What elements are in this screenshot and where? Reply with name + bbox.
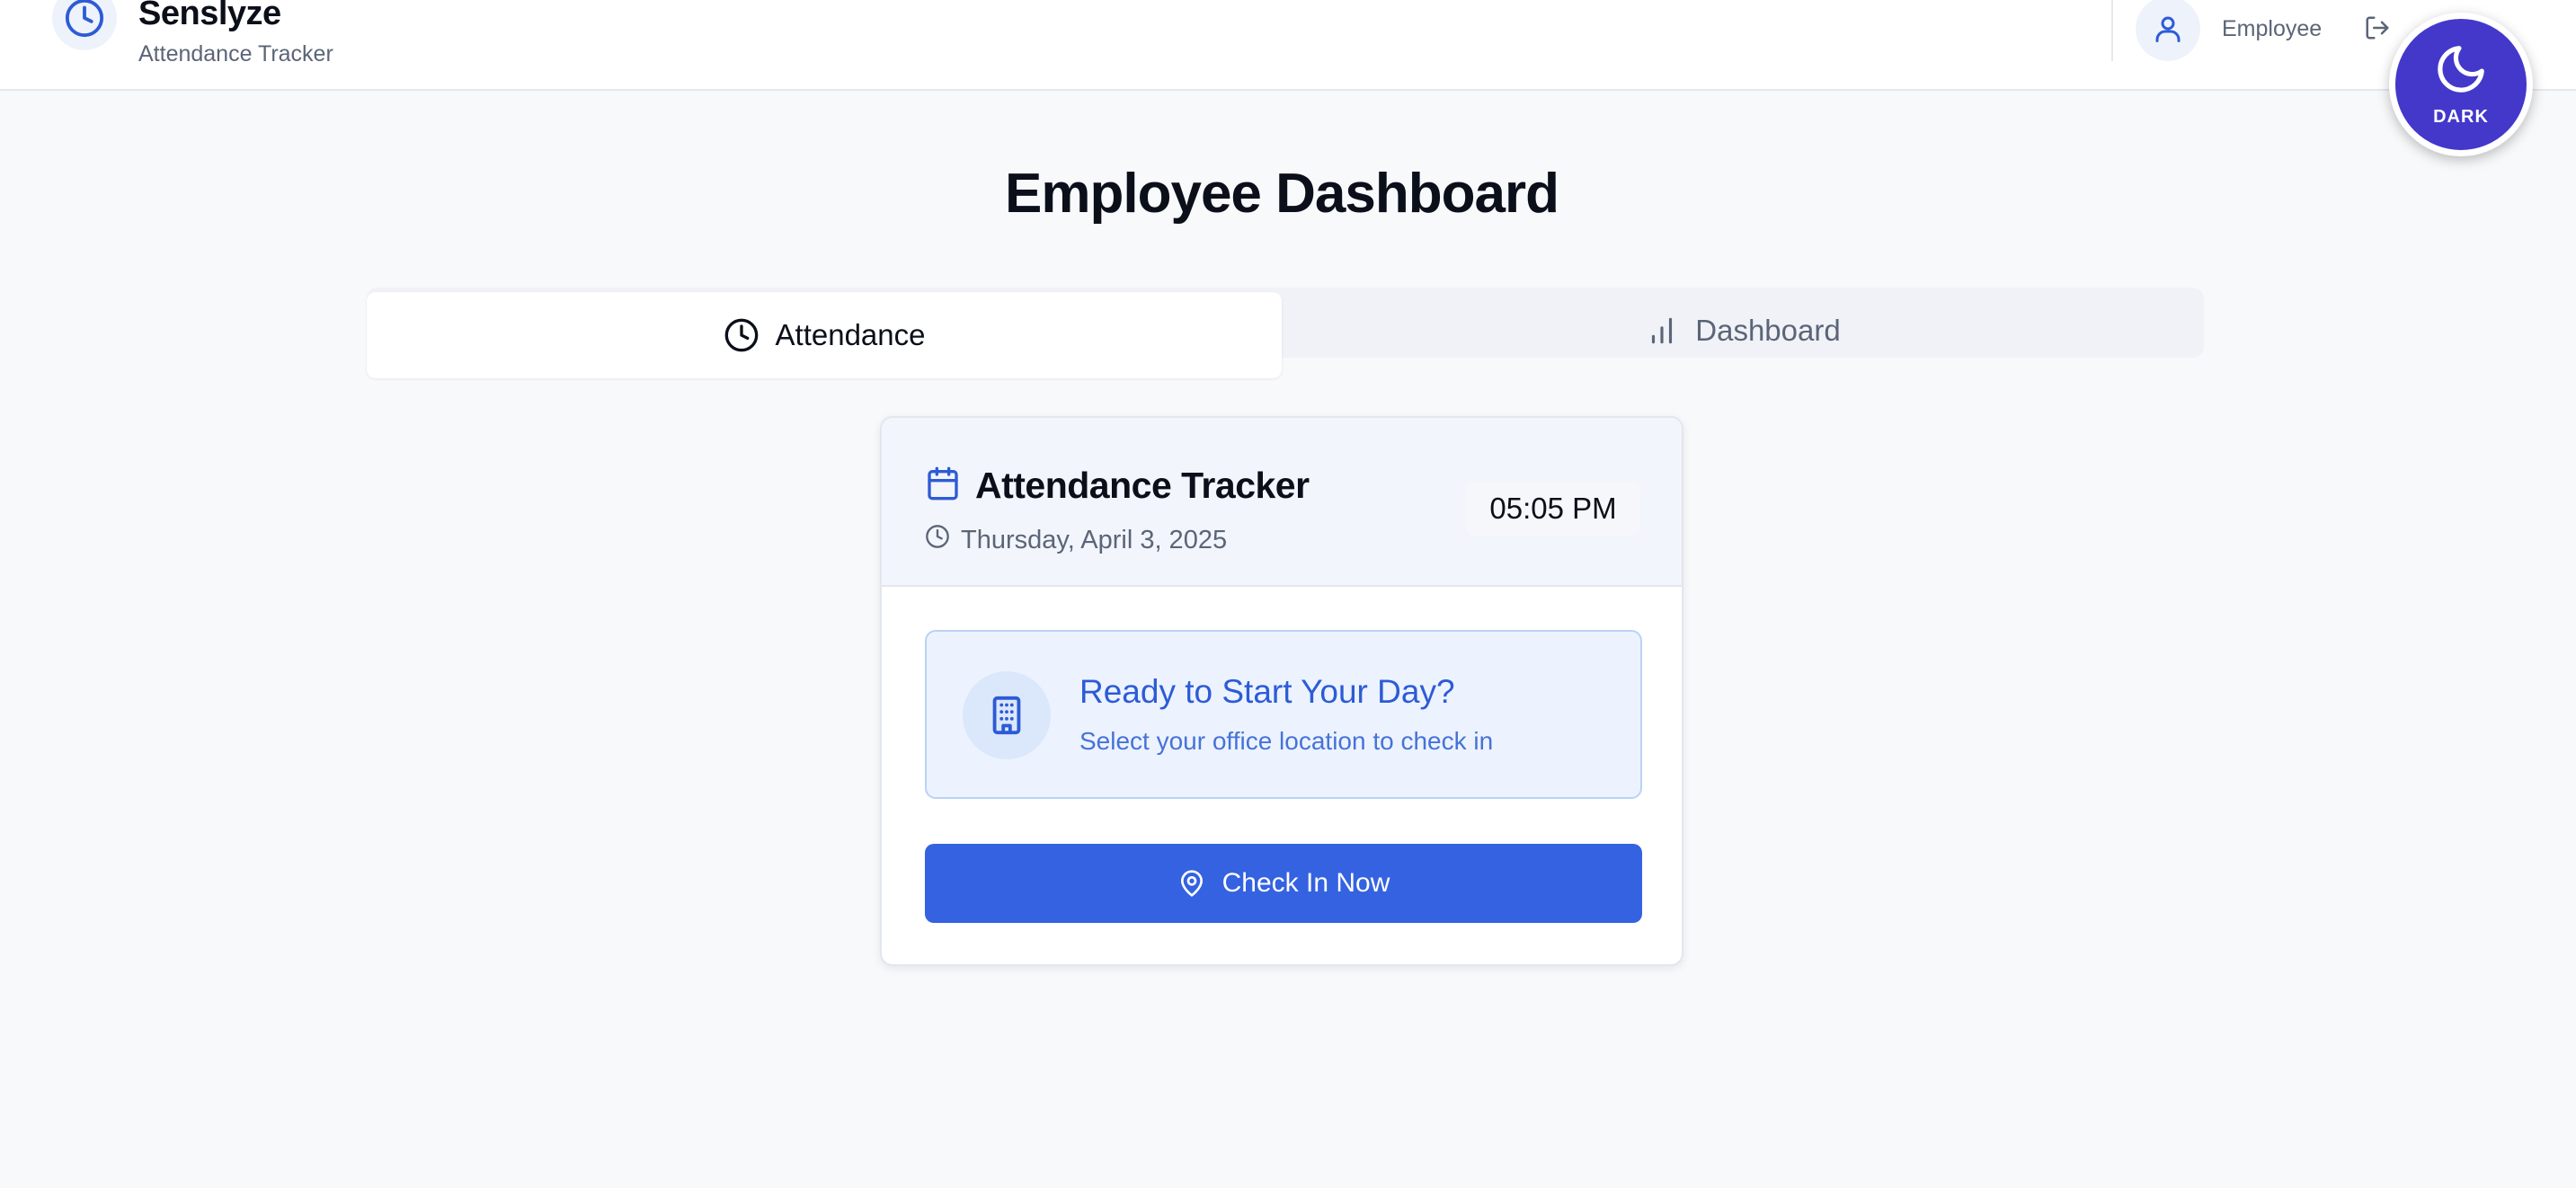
- tab-dashboard-label: Dashboard: [1695, 314, 1841, 347]
- attendance-card: Attendance Tracker Thursday, April 3, 20…: [880, 416, 1683, 966]
- ready-panel: Ready to Start Your Day? Select your off…: [925, 630, 1642, 799]
- tab-dashboard[interactable]: Dashboard: [1282, 293, 2204, 368]
- logout-icon[interactable]: [2362, 13, 2393, 43]
- brand-subtitle: Attendance Tracker: [138, 41, 333, 66]
- building-icon: [963, 671, 1051, 759]
- clock-icon: [925, 524, 950, 556]
- page-title: Employee Dashboard: [1005, 163, 1559, 225]
- map-pin-icon: [1177, 869, 1206, 898]
- tab-attendance-label: Attendance: [775, 318, 926, 351]
- tab-attendance[interactable]: Attendance: [367, 292, 1282, 378]
- card-title-row: Attendance Tracker: [925, 465, 1310, 507]
- user-icon[interactable]: [2136, 0, 2200, 61]
- ready-title: Ready to Start Your Day?: [1079, 673, 1455, 710]
- clock-icon: [724, 317, 759, 353]
- card-header: Attendance Tracker Thursday, April 3, 20…: [882, 418, 1682, 587]
- clock-icon: [52, 0, 117, 50]
- card-title: Attendance Tracker: [975, 465, 1310, 506]
- brand-name: Senslyze: [138, 0, 281, 32]
- bar-chart-icon: [1645, 314, 1679, 348]
- moon-icon: [2433, 41, 2489, 102]
- header-divider: [2111, 0, 2113, 61]
- user-role-label: Employee: [2222, 16, 2323, 41]
- top-header: Senslyze Attendance Tracker Employee: [0, 0, 2576, 91]
- tab-list: Attendance Dashboard: [367, 288, 2204, 378]
- calendar-icon: [925, 465, 961, 506]
- check-in-button[interactable]: Check In Now: [925, 844, 1642, 923]
- ready-subtitle: Select your office location to check in: [1079, 727, 1494, 755]
- dark-mode-label: DARK: [2433, 107, 2489, 127]
- current-date: Thursday, April 3, 2025: [961, 525, 1228, 554]
- current-time: 05:05 PM: [1466, 481, 1640, 536]
- dark-mode-toggle[interactable]: DARK: [2389, 13, 2533, 156]
- check-in-label: Check In Now: [1221, 868, 1390, 898]
- date-row: Thursday, April 3, 2025: [925, 524, 1227, 556]
